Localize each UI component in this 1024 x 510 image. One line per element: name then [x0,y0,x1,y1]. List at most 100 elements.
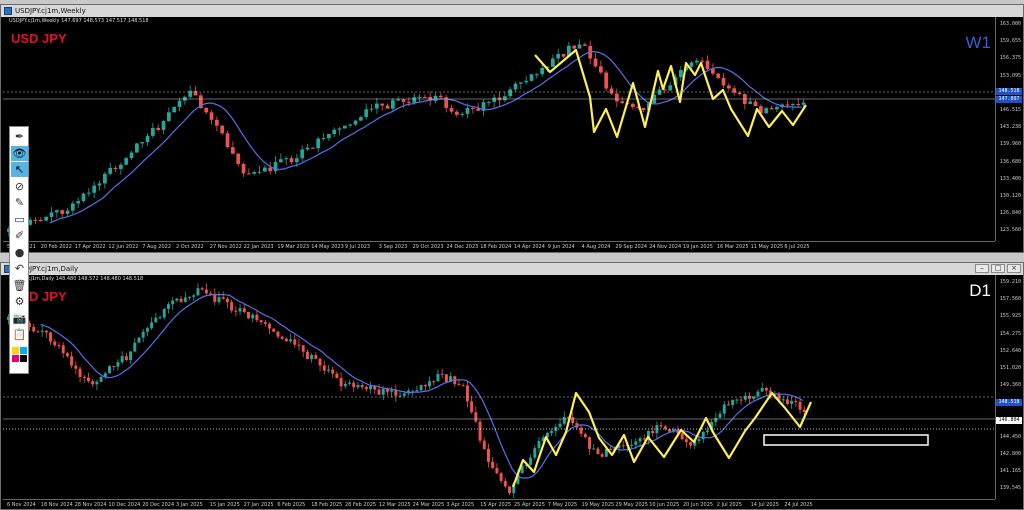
time-tick-label: 6 Jul 2025 [784,244,810,250]
candle-body [737,92,742,95]
candle-body [572,45,577,49]
target-zone-rectangle[interactable] [763,434,929,446]
time-tick-label: 15 Jan 2025 [209,502,240,508]
weekly-time-axis[interactable]: 5 Dec 202120 Feb 202217 Apr 202212 Jun 2… [3,241,995,251]
close-button[interactable]: × [1007,264,1021,273]
candle-body [133,342,137,352]
candle-body [714,417,718,422]
daily-price-scale[interactable]: 159.210 157.560 155.925 154.275 152.640 151.0… [995,275,1023,499]
candle-body [49,212,54,217]
undo-icon[interactable]: ↶ [11,261,28,276]
candle-body [162,308,166,318]
candle-body [457,384,461,386]
camera-icon[interactable]: 📷 [11,311,28,326]
time-tick-label: 29 May 2025 [615,502,648,508]
maximize-button[interactable]: □ [991,264,1005,273]
candle-body [36,331,40,333]
candle-body [236,153,241,164]
ruler-icon[interactable]: ✐ [11,228,28,243]
weekly-titlebar[interactable]: USDJPY.cj1m,Weekly [1,5,1023,17]
pen-icon[interactable]: ✒ [11,129,28,144]
candle-body [561,53,566,57]
candle-body [764,387,768,391]
candle-body [503,480,507,487]
current-price-tag: 147.897 [996,96,1022,103]
color-swatch[interactable] [12,355,19,362]
cursor-icon[interactable]: ↖ [11,162,28,177]
candle-body [716,73,721,78]
candle-body [92,185,97,193]
stamp-icon[interactable]: ⚙ [11,294,28,309]
candle-body [689,62,694,67]
current-price-tag: 146.804 [996,417,1022,424]
candle-body [630,444,634,446]
time-tick-label: 7 May 2025 [547,502,578,508]
dot-icon[interactable]: ● [11,245,28,260]
candle-body [124,356,128,360]
price-tick-label: 139.960 [999,141,1021,148]
trash-icon[interactable]: 🗑 [11,278,28,293]
price-tick-label: 156.375 [999,55,1021,62]
candle-body [135,143,139,153]
time-tick-label: 20 Jun 2025 [683,502,714,508]
candle-body [332,129,337,135]
candle-body [343,125,347,129]
weekly-chart-area[interactable]: USDJPY.cj1m,Weekly 147.697 148.573 147.5… [3,17,995,241]
rectangle-icon[interactable]: ▭ [11,212,28,227]
candle-body [727,404,730,406]
time-tick-label: 28 Feb 2025 [345,502,377,508]
color-swatch[interactable] [20,347,27,354]
eye-icon[interactable]: 👁 [11,145,28,161]
candle-body [356,385,360,388]
price-tick-label: 157.560 [999,296,1021,303]
time-tick-label: 24 Mar 2025 [412,502,445,508]
time-tick-label: 18 Feb 2025 [311,502,343,508]
candle-body [263,167,267,172]
candle-body [116,362,120,367]
candle-body [513,83,518,90]
candle-body [369,108,374,110]
candle-body [335,373,339,379]
candle-body [540,67,545,75]
candle-body [280,336,284,339]
candle-body [192,295,196,297]
candle-body [225,133,230,148]
weekly-window-title: USDJPY.cj1m,Weekly [15,7,86,15]
current-price-tag: 148.518 [996,399,1022,406]
pen-off-icon[interactable]: ⊘ [11,179,28,194]
candle-body [679,70,683,78]
candle-body [339,378,343,387]
color-swatch[interactable] [20,355,27,362]
candle-body [359,117,363,121]
candle-body [175,298,179,301]
eraser-icon[interactable]: ✎ [11,195,28,210]
candle-body [641,108,646,111]
time-tick-label: 4 Aug 2024 [581,244,611,250]
candle-body [407,101,411,103]
candle-body [499,473,503,481]
candle-body [71,203,75,211]
candle-body [331,369,335,374]
price-tick-label: 155.925 [999,313,1021,320]
candle-body [781,399,785,401]
candle-body [727,85,731,89]
candle-body [321,138,326,140]
color-swatch[interactable] [12,347,19,354]
time-tick-label: 27 Nov 2022 [209,244,242,250]
time-tick-label: 19 Jan 2025 [683,244,713,250]
candle-body [119,164,123,170]
candle-body [251,314,255,319]
minimize-button[interactable]: – [975,264,989,273]
candle-body [140,142,145,144]
candle-body [348,382,351,384]
candle-body [141,331,145,338]
daily-time-axis[interactable]: 6 Nov 2024 18 Nov 2024 28 Nov 2024 10 Dec 2… [3,499,995,509]
daily-titlebar[interactable]: USDJPY.cj1m,Daily – □ × [1,263,1023,275]
candle-body [247,311,250,319]
candle-body [401,99,406,102]
candle-body [318,358,322,366]
weekly-price-scale[interactable]: 163.000159.655156.375153.095149.815146.5… [995,17,1023,241]
candle-body [609,448,613,451]
clipboard-icon[interactable]: 📋 [11,327,28,342]
daily-chart-area[interactable]: USDJPY.cj1m,Daily 148.480 148.572 148.48… [3,275,995,499]
